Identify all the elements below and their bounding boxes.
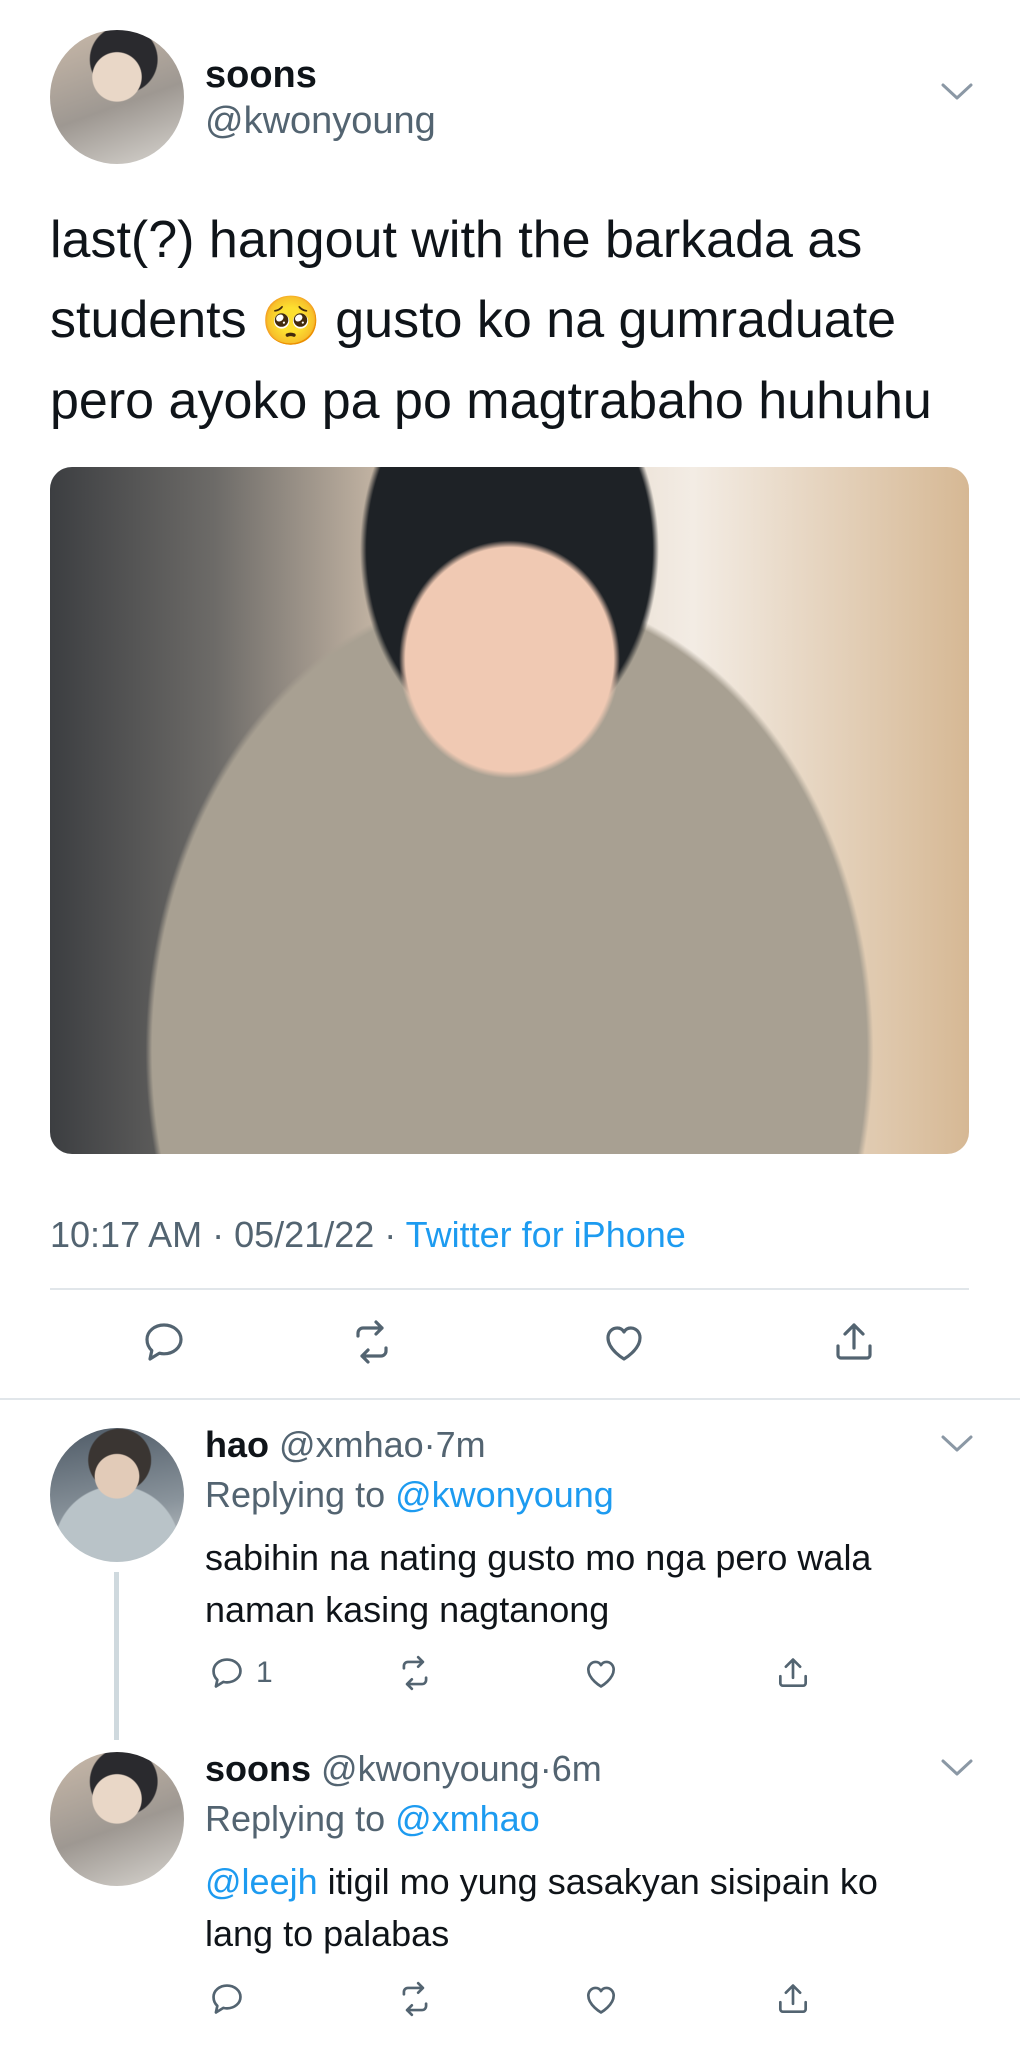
tweet-text: last(?) hangout with the barkada as stud… xyxy=(50,200,990,441)
chevron-down-icon[interactable] xyxy=(940,1758,974,1778)
tweet-text-segment: students xyxy=(50,291,247,349)
reply-time[interactable]: 7m xyxy=(436,1424,486,1465)
pleading-face-emoji: 🥺 xyxy=(261,293,321,349)
divider xyxy=(0,1398,1020,1400)
reply-icon[interactable] xyxy=(208,1980,246,2018)
reply-time[interactable]: 6m xyxy=(552,1748,602,1789)
reply-text-line: sabihin na nating gusto mo nga pero wala xyxy=(205,1537,872,1578)
avatar[interactable] xyxy=(50,1752,184,1886)
tweet-photo[interactable] xyxy=(50,467,969,1154)
replying-to-prefix: Replying to xyxy=(205,1798,386,1839)
replying-to-prefix: Replying to xyxy=(205,1474,386,1515)
meta-separator: · xyxy=(539,1748,552,1789)
tweet-text-line: pero ayoko pa po magtrabaho huhuhu xyxy=(50,372,932,430)
chevron-down-icon[interactable] xyxy=(940,82,974,102)
like-icon[interactable] xyxy=(582,1980,620,2018)
meta-separator: · xyxy=(384,1214,397,1255)
thread-line xyxy=(114,1572,119,1740)
replying-to: Replying to @xmhao xyxy=(205,1798,540,1840)
divider xyxy=(50,1288,969,1290)
retweet-icon[interactable] xyxy=(348,1318,396,1366)
share-icon[interactable] xyxy=(774,1654,812,1692)
reply-handle[interactable]: @xmhao xyxy=(279,1424,424,1465)
tweet-text-segment: gusto ko na gumraduate xyxy=(335,291,897,349)
retweet-icon[interactable] xyxy=(396,1654,434,1692)
like-icon[interactable] xyxy=(582,1654,620,1692)
replying-to: Replying to @kwonyoung xyxy=(205,1474,614,1516)
avatar[interactable] xyxy=(50,30,184,164)
tweet-meta: 10:17 AM · 05/21/22 · Twitter for iPhone xyxy=(50,1214,686,1256)
avatar[interactable] xyxy=(50,1428,184,1562)
reply-count: 1 xyxy=(256,1656,273,1689)
reply-icon[interactable] xyxy=(208,1654,246,1692)
meta-separator: · xyxy=(423,1424,436,1465)
reply-text: @leejh itigil mo yung sasakyan sisipain … xyxy=(205,1856,985,1960)
like-icon[interactable] xyxy=(600,1318,648,1366)
tweet-text-line: last(?) hangout with the barkada as xyxy=(50,211,863,269)
reply-display-name[interactable]: hao xyxy=(205,1424,269,1465)
author-display-name[interactable]: soons xyxy=(205,54,317,97)
reply-handle[interactable]: @kwonyoung xyxy=(321,1748,540,1789)
reply-header: soons @kwonyoung·6m xyxy=(205,1748,602,1790)
author-handle[interactable]: @kwonyoung xyxy=(205,100,436,143)
tweet-text-line: students 🥺 gusto ko na gumraduate xyxy=(50,280,990,361)
reply-display-name[interactable]: soons xyxy=(205,1748,311,1789)
tweet-source-link[interactable]: Twitter for iPhone xyxy=(406,1214,686,1255)
replying-to-link[interactable]: @kwonyoung xyxy=(395,1474,614,1515)
mention-link[interactable]: @leejh xyxy=(205,1861,318,1902)
reply-text-line: @leejh itigil mo yung sasakyan sisipain … xyxy=(205,1856,985,1908)
retweet-icon[interactable] xyxy=(396,1980,434,2018)
replying-to-link[interactable]: @xmhao xyxy=(395,1798,540,1839)
reply-icon[interactable] xyxy=(140,1318,188,1366)
meta-separator: · xyxy=(212,1214,225,1255)
reply-header: hao @xmhao·7m xyxy=(205,1424,486,1466)
tweet-time: 10:17 AM xyxy=(50,1214,203,1255)
share-icon[interactable] xyxy=(830,1318,878,1366)
reply-text-segment: itigil mo yung sasakyan sisipain ko xyxy=(317,1861,878,1902)
reply-text-line: lang to palabas xyxy=(205,1913,450,1954)
chevron-down-icon[interactable] xyxy=(940,1434,974,1454)
tweet-date: 05/21/22 xyxy=(234,1214,375,1255)
reply-text: sabihin na nating gusto mo nga pero wala… xyxy=(205,1532,985,1636)
reply-text-line: naman kasing nagtanong xyxy=(205,1589,610,1630)
share-icon[interactable] xyxy=(774,1980,812,2018)
